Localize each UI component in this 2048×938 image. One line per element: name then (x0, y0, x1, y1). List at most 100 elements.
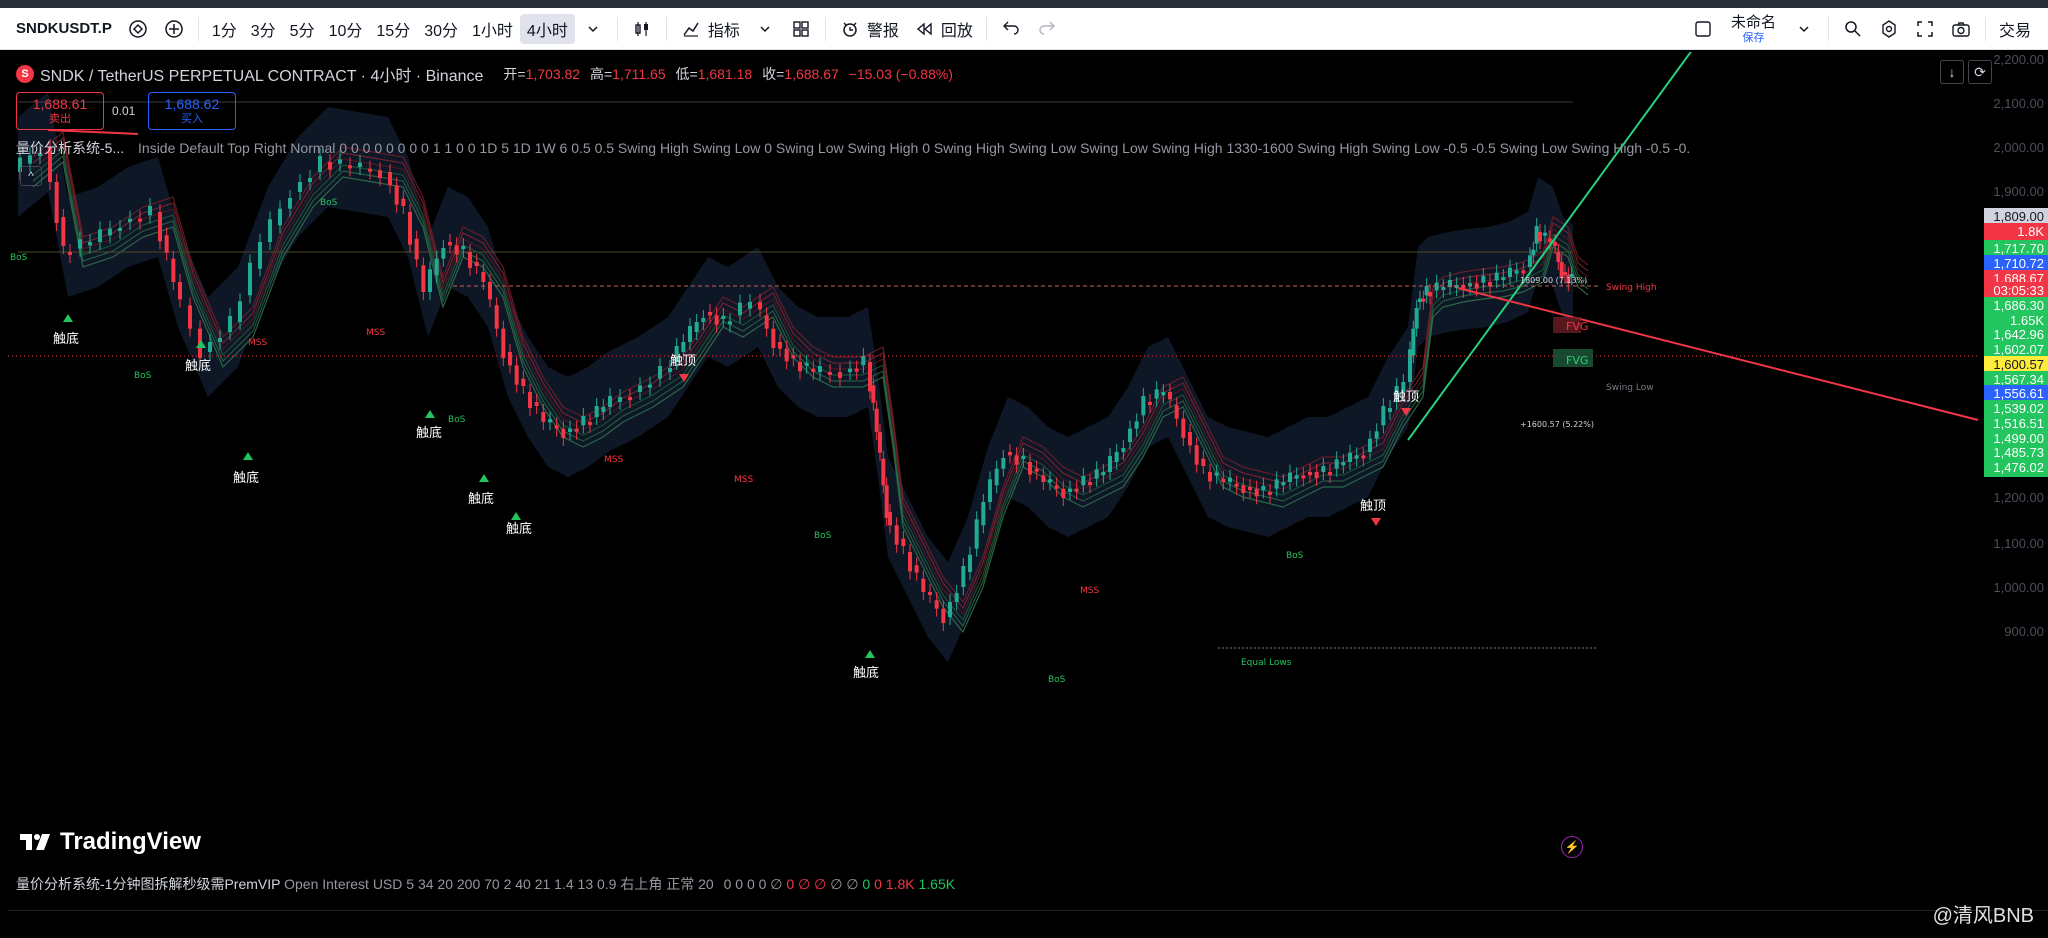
indicator-legend-bottom[interactable]: 量价分析系统-1分钟图拆解秒级需PremVIP Open Interest US… (16, 874, 955, 894)
candle-body (758, 302, 762, 310)
layout-dropdown-button[interactable] (1786, 14, 1822, 44)
candle-body (708, 312, 712, 316)
lightning-icon[interactable]: ⚡ (1561, 836, 1583, 858)
candle-body (461, 246, 466, 249)
candle-body (1414, 308, 1419, 329)
candle-body (791, 355, 796, 359)
close-value: 1,688.67 (784, 66, 839, 82)
interval-button[interactable]: 3分 (244, 14, 283, 44)
candle-body (771, 328, 776, 348)
buy-marker-icon (243, 452, 253, 460)
candle-body (1421, 298, 1426, 302)
redo-button[interactable] (1029, 14, 1065, 44)
time-axis[interactable] (8, 910, 2048, 938)
add-symbol-button[interactable] (156, 14, 192, 44)
layout-name-button[interactable]: 未命名 保存 (1721, 15, 1786, 44)
interval-button[interactable]: 10分 (322, 14, 370, 44)
touch-bottom-label: 触底 (416, 425, 442, 441)
candle-body (861, 356, 866, 366)
chart-corner-tools: ↓ ⟳ (1940, 60, 1992, 84)
undo-button[interactable] (993, 14, 1029, 44)
open-value: 1,703.82 (525, 66, 581, 82)
chart-pane[interactable]: 触底 触底 触底 触底 触底 触底 触底 触顶 触顶 触顶 BoS BoS BoS BoS BoS BoS Bo… (8, 52, 2048, 938)
candle-body (1008, 452, 1012, 456)
candle-body (1134, 421, 1139, 429)
candle-body (1361, 455, 1366, 459)
price-chart[interactable]: 触底触底触底触底触底触底触底触顶触顶触顶BoSBoSBoSBoSBoSBoSBo… (8, 52, 2048, 938)
replay-button[interactable]: 回放 (906, 14, 980, 44)
candle-body (608, 396, 612, 407)
interval-button[interactable]: 4小时 (519, 13, 575, 44)
fullscreen-button[interactable] (1907, 14, 1943, 44)
candle-body (481, 272, 486, 282)
quick-search-button[interactable] (1835, 14, 1871, 44)
redo-icon (1036, 18, 1058, 40)
alert-button[interactable]: 警报 (832, 14, 906, 44)
candle-body (1294, 475, 1299, 479)
candle-body (408, 212, 412, 245)
candle-body (534, 402, 539, 406)
tradingview-logo[interactable]: TradingView (20, 828, 201, 856)
candle-body (1543, 232, 1547, 236)
templates-button[interactable] (783, 14, 819, 44)
gear-icon (1878, 18, 1900, 40)
candle-body (1521, 270, 1526, 274)
candle-body (528, 392, 532, 408)
interval-button[interactable]: 15分 (369, 14, 417, 44)
candle-body (1508, 267, 1512, 277)
candle-body (288, 198, 292, 209)
replay-label: 回放 (940, 22, 973, 40)
candle-body (138, 218, 142, 222)
candle-body (1254, 488, 1259, 497)
reset-chart-button[interactable]: ⟳ (1968, 60, 1992, 84)
symbol-search-button[interactable]: SNDKUSDT.P (8, 14, 120, 44)
divider (824, 16, 826, 41)
indicator-legend-top[interactable]: 量价分析系统-5... Inside Default Top Right Nor… (16, 138, 1690, 158)
settings-button[interactable] (1871, 14, 1907, 44)
candle-body (948, 602, 952, 617)
price-axis-tick: 1,000.00 (1993, 580, 2044, 595)
candle-body (928, 592, 932, 595)
candle-body (1234, 483, 1239, 487)
price-axis-label: 1,476.02 (1984, 459, 2048, 477)
low-value: 1,681.18 (697, 66, 753, 82)
price-axis-tick: 900.00 (2004, 624, 2044, 639)
arrow-down-icon: ↓ (1948, 64, 1956, 80)
candle-body (1514, 270, 1519, 274)
interval-dropdown-button[interactable] (575, 14, 611, 44)
candle-body (748, 302, 752, 309)
interval-button[interactable]: 30分 (417, 14, 465, 44)
trade-button[interactable]: 交易 (1992, 14, 2038, 44)
layout-toggle-button[interactable] (1685, 14, 1721, 44)
price-axis-tick: 2,000.00 (1993, 140, 2044, 155)
indicators-dropdown-button[interactable] (747, 14, 783, 44)
sell-button[interactable]: 1,688.61 卖出 (16, 92, 104, 130)
candle-body (874, 408, 879, 432)
interval-button[interactable]: 1小时 (465, 14, 520, 44)
collapse-legend-button[interactable]: ^ (20, 166, 42, 186)
candle-body (714, 315, 719, 325)
buy-button[interactable]: 1,688.62 买入 (148, 92, 236, 130)
candle-body (188, 305, 192, 329)
interval-button[interactable]: 1分 (205, 14, 244, 44)
indicators-button[interactable]: 指标 (673, 14, 747, 44)
candle-body (721, 316, 726, 319)
candle-body (618, 397, 622, 402)
candle-body (158, 212, 162, 242)
scroll-down-button[interactable]: ↓ (1940, 60, 1964, 84)
screenshot-button[interactable] (1943, 14, 1979, 44)
interval-button[interactable]: 5分 (283, 14, 322, 44)
candle-body (1528, 255, 1532, 267)
candle-body (1208, 472, 1212, 482)
candle-body (108, 228, 112, 236)
candle-body (888, 512, 892, 526)
candle-body (1214, 472, 1219, 476)
fvg-label: FVG (1566, 320, 1588, 333)
compare-button[interactable] (120, 14, 156, 44)
candle-body (871, 385, 876, 403)
candle-body (764, 315, 769, 329)
bottom-indicator-params: Open Interest USD 5 34 20 200 70 2 40 21… (284, 876, 714, 892)
chart-type-button[interactable] (624, 14, 660, 44)
candle-body (248, 262, 252, 296)
camera-icon (1950, 18, 1972, 40)
